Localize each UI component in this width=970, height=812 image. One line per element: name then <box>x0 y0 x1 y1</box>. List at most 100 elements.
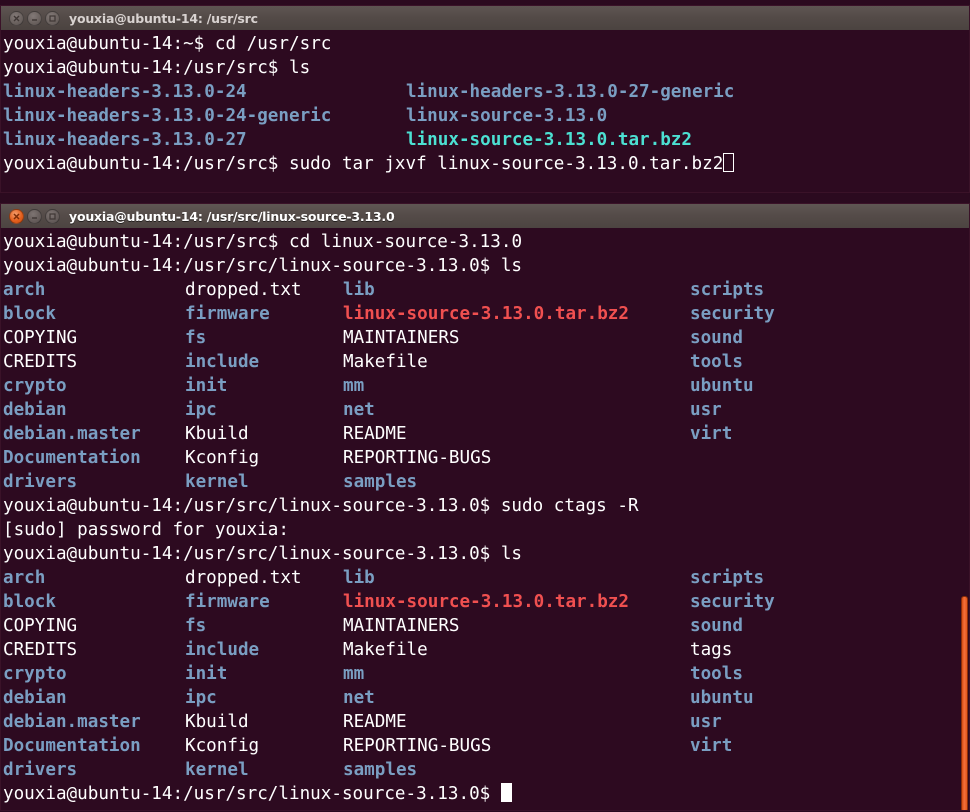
titlebar-lower[interactable]: youxia@ubuntu-14: /usr/src/linux-source-… <box>1 204 969 228</box>
ls-entry: tags <box>690 640 733 660</box>
maximize-icon[interactable] <box>45 10 60 26</box>
ls-entry: debian <box>3 688 67 708</box>
ls-entry: README <box>343 712 407 732</box>
ls-entry: lib <box>343 568 375 588</box>
ls-entry: crypto <box>3 376 67 396</box>
ls-entry: net <box>343 400 375 420</box>
ls-output-row: Documentation Kconfig REPORTING-BUGS virt <box>3 734 969 758</box>
shell-command: sudo tar jxvf linux-source-3.13.0.tar.bz… <box>289 154 724 174</box>
ls-entry: mm <box>343 664 365 684</box>
ls-entry: Kbuild <box>185 424 249 444</box>
ls-entry: linux-source-3.13.0.tar.bz2 <box>343 592 629 612</box>
ls-entry: ubuntu <box>690 688 754 708</box>
terminal-window-lower[interactable]: youxia@ubuntu-14: /usr/src/linux-source-… <box>0 203 970 811</box>
terminal-prompt-line: youxia@ubuntu-14:~$ cd /usr/src <box>3 32 969 56</box>
shell-prompt: youxia@ubuntu-14:/usr/src/linux-source-3… <box>3 256 501 276</box>
ls-entry: COPYING <box>3 328 78 348</box>
terminal-window-upper[interactable]: youxia@ubuntu-14: /usr/src youxia@ubuntu… <box>0 5 970 193</box>
ls-entry: ipc <box>185 400 217 420</box>
ls-entry: Kconfig <box>185 736 260 756</box>
ls-entry: samples <box>343 760 418 780</box>
shell-command: ls <box>500 256 523 276</box>
close-icon[interactable] <box>9 10 24 26</box>
ls-entry: usr <box>690 400 722 420</box>
ls-entry: crypto <box>3 664 67 684</box>
ls-entry: kernel <box>185 472 249 492</box>
ls-entry: security <box>690 304 775 324</box>
ls-entry: Documentation <box>3 448 141 468</box>
ls-entry: mm <box>343 376 365 396</box>
ls-entry: MAINTAINERS <box>343 328 460 348</box>
ls-entry: block <box>3 592 56 612</box>
ls-entry: include <box>185 352 260 372</box>
window-buttons-lower <box>9 208 60 224</box>
ls-entry: sound <box>690 328 743 348</box>
close-icon[interactable] <box>9 208 24 224</box>
ls-entry: Kbuild <box>185 712 249 732</box>
ls-entry: MAINTAINERS <box>343 616 460 636</box>
ls-output-row: arch dropped.txt lib scripts <box>3 566 969 590</box>
ls-output-row: drivers kernel samples <box>3 758 969 782</box>
minimize-icon[interactable] <box>27 10 42 26</box>
terminal-output-line: [sudo] password for youxia: <box>3 520 289 540</box>
ls-output-row: Documentation Kconfig REPORTING-BUGS <box>3 446 969 470</box>
ls-entry: debian.master <box>3 424 141 444</box>
ls-entry: virt <box>690 736 733 756</box>
shell-command: sudo ctags -R <box>500 496 639 516</box>
ls-entry: drivers <box>3 472 78 492</box>
window-title-lower: youxia@ubuntu-14: /usr/src/linux-source-… <box>69 208 395 224</box>
ls-entry: linux-source-3.13.0 <box>406 106 608 126</box>
ls-entry: linux-headers-3.13.0-24-generic <box>3 106 332 126</box>
ls-entry: init <box>185 376 228 396</box>
ls-entry: arch <box>3 568 46 588</box>
window-buttons-upper <box>9 10 60 26</box>
titlebar-upper[interactable]: youxia@ubuntu-14: /usr/src <box>1 6 969 30</box>
ls-entry: debian.master <box>3 712 141 732</box>
ls-entry: linux-headers-3.13.0-27-generic <box>406 82 735 102</box>
ls-entry: firmware <box>185 304 270 324</box>
ls-output-row: CREDITS include Makefile tags <box>3 638 969 662</box>
ls-output-row: linux-headers-3.13.0-24-generic linux-sou… <box>3 104 969 128</box>
ls-output-row: CREDITS include Makefile tools <box>3 350 969 374</box>
terminal-prompt-line: youxia@ubuntu-14:/usr/src/linux-source-3… <box>3 494 969 518</box>
ls-entry: COPYING <box>3 616 78 636</box>
ls-entry: sound <box>690 616 743 636</box>
ls-entry: lib <box>343 280 375 300</box>
terminal-cursor <box>500 783 512 802</box>
ls-entry: dropped.txt <box>185 280 302 300</box>
ls-output-row: COPYING fs MAINTAINERS sound <box>3 326 969 350</box>
shell-command: ls <box>289 58 311 78</box>
shell-prompt: youxia@ubuntu-14:/usr/src$ <box>3 58 289 78</box>
terminal-prompt-line: youxia@ubuntu-14:/usr/src$ cd linux-sour… <box>3 230 969 254</box>
ls-output-row: debian ipc net usr <box>3 398 969 422</box>
ls-output-row: COPYING fs MAINTAINERS sound <box>3 614 969 638</box>
terminal-prompt-line-active: youxia@ubuntu-14:/usr/src$ sudo tar jxvf… <box>3 152 969 176</box>
window-title-upper: youxia@ubuntu-14: /usr/src <box>69 10 258 26</box>
ls-entry: scripts <box>690 280 765 300</box>
ls-entry: init <box>185 664 228 684</box>
ls-entry: include <box>185 640 260 660</box>
ls-entry: scripts <box>690 568 765 588</box>
ls-entry: debian <box>3 400 67 420</box>
shell-prompt: youxia@ubuntu-14:/usr/src$ <box>3 232 289 252</box>
ls-output-row: block firmware linux-source-3.13.0.tar.bz2… <box>3 302 969 326</box>
ls-entry: linux-source-3.13.0.tar.bz2 <box>343 304 629 324</box>
terminal-output-upper[interactable]: youxia@ubuntu-14:~$ cd /usr/src youxia@ub… <box>1 30 969 192</box>
ls-output-row: linux-headers-3.13.0-27 linux-source-3.13… <box>3 128 969 152</box>
maximize-icon[interactable] <box>45 208 60 224</box>
ls-entry: README <box>343 424 407 444</box>
ls-output-row: debian.master Kbuild README usr <box>3 710 969 734</box>
ls-entry: linux-headers-3.13.0-24 <box>3 82 247 102</box>
shell-command: cd linux-source-3.13.0 <box>289 232 523 252</box>
ls-entry: ipc <box>185 688 217 708</box>
ls-entry: arch <box>3 280 46 300</box>
shell-command: cd /usr/src <box>214 34 332 54</box>
ls-output-row: block firmware linux-source-3.13.0.tar.bz2… <box>3 590 969 614</box>
terminal-output-lower[interactable]: youxia@ubuntu-14:/usr/src$ cd linux-sour… <box>1 228 969 810</box>
ls-entry: REPORTING-BUGS <box>343 448 492 468</box>
terminal-prompt-line-active: youxia@ubuntu-14:/usr/src/linux-source-3… <box>3 782 969 806</box>
minimize-icon[interactable] <box>27 208 42 224</box>
ls-entry: block <box>3 304 56 324</box>
ls-entry: fs <box>185 616 207 636</box>
terminal-cursor <box>723 153 735 172</box>
